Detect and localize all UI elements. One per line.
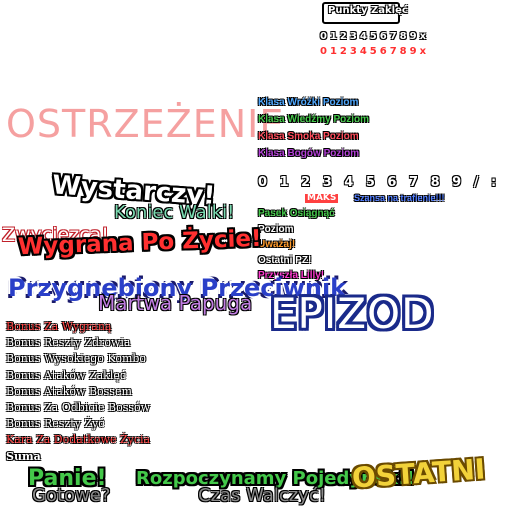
bonus-label: Bonus Reszty Zdrowia — [6, 336, 131, 350]
bonus-label: Bonus Za Odbicie Bossów — [6, 401, 151, 414]
achievement-bar-label: Pasek Osiągnąć — [258, 208, 335, 219]
class-level-label: Klasa Smoka Poziom — [258, 131, 359, 142]
spell-points-box: Punkty Zaklęć — [322, 2, 408, 24]
bonus-label: Kara Za Dodatkowe Życia — [6, 433, 151, 447]
maks-label: MAKS — [305, 193, 339, 203]
digits-red: 0123456789x — [320, 46, 430, 57]
won-life-banner: Wygrana Po Życie! — [17, 225, 262, 261]
warning-text: OSTRZEŻENIE — [6, 102, 285, 146]
end-fight-banner: Koniec Walki! — [114, 202, 235, 223]
bonus-label: Bonus Ataków Zaklęć — [6, 368, 127, 382]
bonus-label: Bonus Za Wygraną — [6, 320, 112, 333]
class-level-label: Klasa Bogów Poziom — [258, 148, 360, 159]
last-banner: OSTATNI — [350, 452, 487, 495]
digits-row: 0 1 2 3 4 5 6 7 8 9 / : — [258, 175, 501, 190]
fight-time-banner: Czas Walczyć! — [198, 485, 326, 506]
class-level-label: Klasa Wiedźmy Poziom — [258, 114, 370, 125]
sum-label: Suma — [6, 450, 41, 463]
ready-banner: Gotowe? — [32, 485, 111, 506]
careful-label: Uważaj! — [258, 239, 296, 250]
last-pz-label: Ostatni PZ! — [258, 255, 312, 266]
class-level-label: Klasa Wróżki Poziom — [258, 97, 359, 108]
digits-white: 0123456789x — [320, 31, 430, 42]
bonus-label: Bonus Reszty Żyć — [6, 417, 105, 431]
episode-banner: EPIZOD — [270, 289, 435, 338]
bonus-label: Bonus Wysokiego Kombo — [6, 352, 147, 366]
level-label: Poziom — [258, 224, 294, 235]
bonus-label: Bonus Ataków Bossem — [6, 384, 132, 398]
dead-parrot-banner: Martwa Papuga — [98, 291, 253, 315]
spell-points-title: Punkty Zaklęć — [328, 5, 408, 16]
hit-chance-label: Szansa na trafienie!!! — [354, 193, 445, 203]
